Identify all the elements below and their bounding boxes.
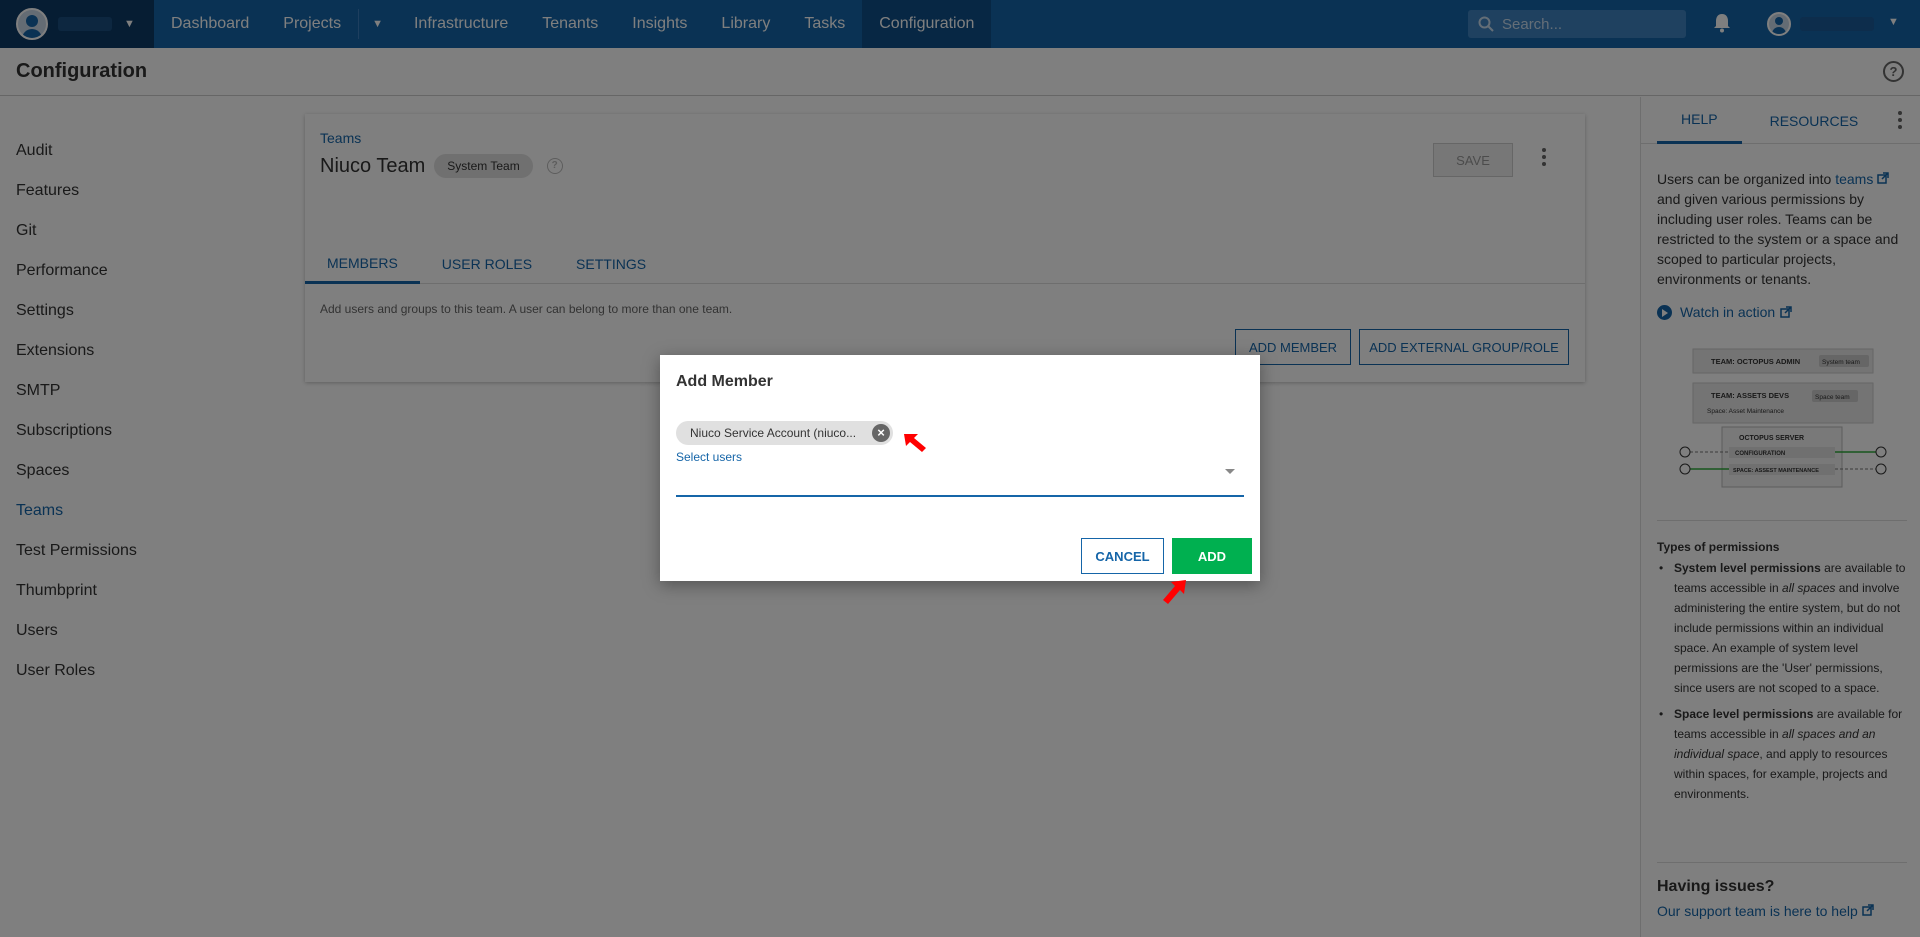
cancel-button[interactable]: CANCEL	[1081, 538, 1164, 574]
dialog-title: Add Member	[676, 373, 773, 390]
annotation-arrow-icon	[1163, 580, 1186, 604]
selected-user-label: Niuco Service Account (niuco...	[690, 426, 857, 440]
select-users-dropdown-icon[interactable]	[1225, 469, 1235, 474]
add-button[interactable]: ADD	[1172, 538, 1252, 574]
select-users-label: Select users	[676, 450, 743, 464]
remove-chip-icon[interactable]: ×	[872, 424, 891, 442]
selected-user-chip: Niuco Service Account (niuco... ×	[676, 421, 894, 445]
select-users-input[interactable]	[676, 495, 1244, 497]
add-member-dialog: Add Member Niuco Service Account (niuco.…	[660, 355, 1260, 581]
annotation-arrow-icon	[904, 434, 926, 452]
